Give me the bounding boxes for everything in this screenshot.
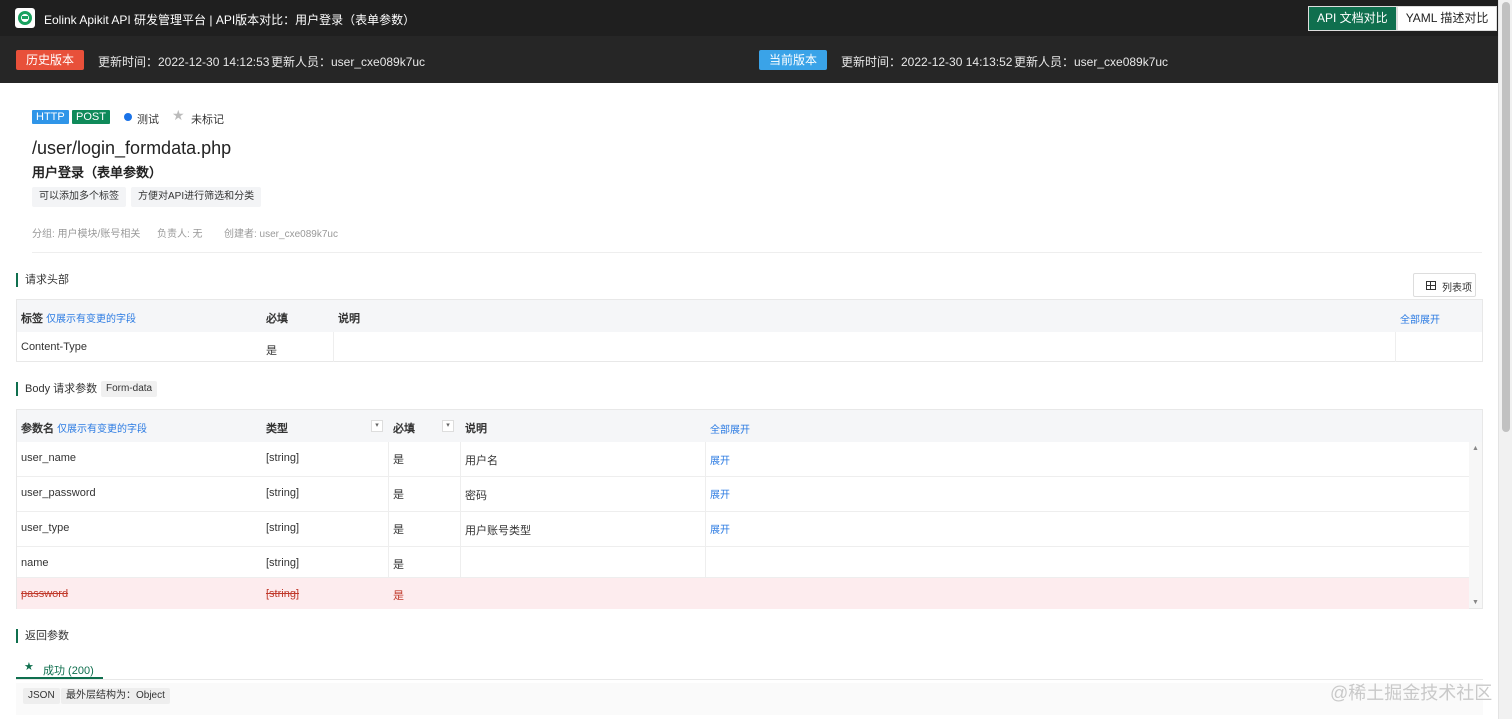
columns-button[interactable]: 列表项 bbox=[1413, 273, 1476, 297]
col-desc-header: 说明 bbox=[465, 423, 487, 435]
history-version-tag: 历史版本 bbox=[16, 50, 85, 70]
param-type: [string] bbox=[266, 522, 300, 534]
api-path: /user/login_formdata.php bbox=[32, 138, 232, 158]
expand-all-link[interactable]: 全部展开 bbox=[710, 421, 750, 436]
api-creator: 创建者: user_cxe089k7uc bbox=[224, 229, 338, 240]
compare-mode-switch: API 文档对比 YAML 描述对比 bbox=[1308, 6, 1498, 31]
divider bbox=[705, 442, 706, 577]
tab-divider bbox=[16, 679, 1483, 680]
header-required: 是 bbox=[266, 345, 277, 357]
param-desc: 用户账号类型 bbox=[465, 525, 531, 537]
table-header: 参数名 仅展示有变更的字段 类型 ▾ 必填 ▾ 说明 全部展开 bbox=[17, 410, 1482, 442]
expand-all-link[interactable]: 全部展开 bbox=[1400, 311, 1440, 326]
param-desc: 用户名 bbox=[465, 455, 498, 467]
param-desc: 密码 bbox=[465, 490, 487, 502]
divider bbox=[388, 442, 389, 577]
param-name: user_name bbox=[21, 452, 77, 464]
history-update-time: 更新时间：2022-12-30 14:12:53 bbox=[98, 55, 270, 69]
divider bbox=[1395, 332, 1396, 362]
col-type-header: 类型 bbox=[266, 423, 288, 435]
columns-button-label: 列表项 bbox=[1442, 283, 1472, 294]
api-doc-compare-tab[interactable]: API 文档对比 bbox=[1308, 6, 1397, 31]
deleted-param-row bbox=[17, 578, 1469, 609]
divider bbox=[333, 332, 334, 362]
param-name: user_type bbox=[21, 522, 70, 534]
top-bar: Eolink Apikit API 研发管理平台 | API版本对比：用户登录（… bbox=[0, 0, 1498, 36]
api-tag: 可以添加多个标签 bbox=[32, 187, 126, 207]
header-name: Content-Type bbox=[21, 341, 88, 353]
current-update-user: 更新人员：user_cxe089k7uc bbox=[1014, 55, 1169, 69]
tab-label: 成功 (200) bbox=[43, 665, 94, 677]
row-divider bbox=[17, 476, 1482, 477]
api-name: 用户登录（表单参数） bbox=[32, 165, 163, 180]
current-update-time: 更新时间：2022-12-30 14:13:52 bbox=[841, 55, 1013, 69]
row-divider bbox=[17, 511, 1482, 512]
required-filter-dropdown[interactable]: ▾ bbox=[442, 420, 454, 432]
mark-label: 未标记 bbox=[191, 114, 224, 126]
response-structure-chip: 最外层结构为：Object bbox=[61, 688, 170, 704]
param-type: [string] bbox=[266, 452, 300, 464]
eolink-logo-icon bbox=[15, 8, 35, 28]
body-format-chip: Form-data bbox=[101, 381, 158, 397]
col-required-header: 必填 bbox=[266, 313, 288, 325]
param-required: 是 bbox=[393, 590, 404, 602]
row-divider bbox=[17, 546, 1482, 547]
param-required: 是 bbox=[393, 559, 404, 571]
expand-row-link[interactable]: 展开 bbox=[710, 486, 730, 501]
scroll-down-icon[interactable]: ▼ bbox=[1472, 599, 1479, 606]
response-format-chip: JSON bbox=[23, 688, 60, 704]
method-badge: POST bbox=[72, 110, 110, 124]
star-icon: ★ bbox=[24, 661, 34, 673]
col-tag-header: 标签 仅展示有变更的字段 bbox=[21, 313, 137, 325]
body-section-title: Body 请求参数 bbox=[16, 382, 97, 396]
divider bbox=[460, 442, 461, 577]
param-name: name bbox=[21, 557, 49, 569]
current-version-tag: 当前版本 bbox=[759, 50, 828, 70]
version-bar: 历史版本 更新时间：2022-12-30 14:12:53 更新人员：user_… bbox=[0, 36, 1498, 83]
table-scrollbar[interactable]: ▲ ▼ bbox=[1469, 442, 1482, 608]
yaml-compare-tab[interactable]: YAML 描述对比 bbox=[1396, 6, 1498, 31]
headers-section-title: 请求头部 bbox=[16, 273, 69, 287]
param-name: user_password bbox=[21, 487, 96, 499]
window-title: Eolink Apikit API 研发管理平台 | API版本对比：用户登录（… bbox=[44, 13, 416, 27]
response-section-title: 返回参数 bbox=[16, 629, 69, 643]
headers-table: 标签 仅展示有变更的字段 必填 说明 全部展开 Content-Type 是 bbox=[16, 299, 1483, 362]
api-owner: 负责人: 无 bbox=[157, 229, 203, 240]
param-name: password bbox=[21, 588, 69, 600]
only-changed-link[interactable]: 仅展示有变更的字段 bbox=[46, 314, 136, 325]
api-group: 分组: 用户模块/账号相关 bbox=[32, 229, 141, 240]
page-scrollbar[interactable] bbox=[1498, 0, 1512, 719]
divider bbox=[32, 252, 1482, 253]
col-desc-header: 说明 bbox=[338, 313, 360, 325]
col-name-header: 参数名 仅展示有变更的字段 bbox=[21, 423, 148, 435]
param-required: 是 bbox=[393, 524, 404, 536]
expand-row-link[interactable]: 展开 bbox=[710, 521, 730, 536]
param-required: 是 bbox=[393, 454, 404, 466]
type-filter-dropdown[interactable]: ▾ bbox=[371, 420, 383, 432]
scrollbar-thumb[interactable] bbox=[1502, 2, 1510, 432]
api-status: 测试 bbox=[137, 114, 159, 126]
history-update-user: 更新人员：user_cxe089k7uc bbox=[271, 55, 426, 69]
param-type: [string] bbox=[266, 588, 300, 600]
expand-row-link[interactable]: 展开 bbox=[710, 452, 730, 467]
protocol-badge: HTTP bbox=[32, 110, 69, 124]
table-icon bbox=[1426, 281, 1436, 290]
api-tag: 方便对API进行筛选和分类 bbox=[131, 187, 262, 207]
star-icon[interactable]: ★ bbox=[172, 108, 185, 122]
watermark: @稀土掘金技术社区 bbox=[1330, 683, 1493, 703]
response-format-bar: JSON 最外层结构为：Object bbox=[16, 683, 1483, 715]
status-dot-icon bbox=[124, 113, 132, 121]
body-params-table: 参数名 仅展示有变更的字段 类型 ▾ 必填 ▾ 说明 全部展开 user_nam… bbox=[16, 409, 1483, 609]
param-type: [string] bbox=[266, 557, 300, 569]
col-required-header: 必填 bbox=[393, 423, 415, 435]
table-header: 标签 仅展示有变更的字段 必填 说明 全部展开 bbox=[17, 300, 1482, 332]
scroll-up-icon[interactable]: ▲ bbox=[1472, 445, 1479, 452]
tab-success-200[interactable]: ★ 成功 (200) bbox=[16, 657, 103, 679]
param-type: [string] bbox=[266, 487, 300, 499]
only-changed-link[interactable]: 仅展示有变更的字段 bbox=[57, 424, 147, 435]
param-required: 是 bbox=[393, 489, 404, 501]
